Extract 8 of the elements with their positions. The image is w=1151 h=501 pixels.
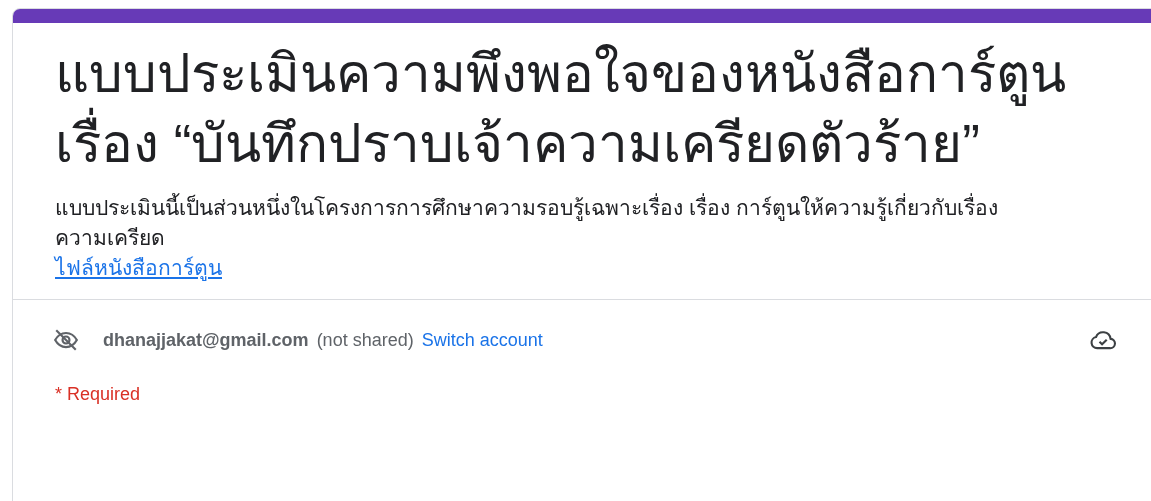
required-note: * Required xyxy=(54,383,142,405)
file-link[interactable]: ไฟล์หนังสือการ์ตูน xyxy=(55,253,222,283)
switch-account-link[interactable]: Switch account xyxy=(421,329,543,351)
not-shared-note: (not shared) xyxy=(316,329,414,351)
eye-slash-icon xyxy=(53,327,79,353)
form-description: แบบประเมินนี้เป็นส่วนหนึ่งในโครงการการศึกษาความรอบรู้เฉพาะเรื่อง เรื่อง การ์ตูนให้ความรู้เกี่ยวกับเรื่องความเครียด xyxy=(55,193,1095,253)
account-email: dhanajjakat@gmail.com xyxy=(103,329,309,351)
form-title: แบบประเมินความพึงพอใจของหนังสือการ์ตูน เรื่อง “บันทึกปราบเจ้าความเครียดตัวร้าย” xyxy=(55,43,1067,175)
